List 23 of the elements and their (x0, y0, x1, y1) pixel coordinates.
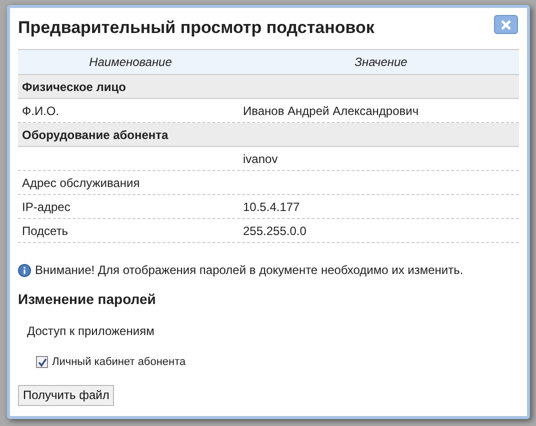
table-cell: 255.255.0.0 (243, 224, 306, 238)
table-cell: Иванов Андрей Александрович (243, 104, 419, 118)
checkbox[interactable] (36, 356, 48, 368)
section-heading: Изменение паролей (18, 290, 157, 309)
group-title: Оборудование абонента (22, 126, 168, 144)
checkbox-label: Личный кабинет абонента (52, 355, 186, 370)
notice-text: Внимание! Для отображения паролей в документе необходимо их изменить. (35, 262, 464, 279)
table-cell: Ф.И.О. (22, 104, 60, 118)
table-cell: Подсеть (22, 224, 68, 238)
column-header: Значение (354, 55, 408, 69)
check-icon (38, 358, 46, 367)
close-icon (501, 20, 511, 30)
table-cell: 10.5.4.177 (243, 200, 300, 214)
column-header: Наименование (89, 55, 172, 69)
close-button[interactable] (494, 15, 518, 34)
subsection-heading: Доступ к приложениям (27, 323, 156, 340)
table-cell: IP-адрес (22, 200, 70, 214)
group-title: Физическое лицо (22, 78, 126, 96)
dialog-title: Предварительный просмотр подстановок (18, 17, 374, 39)
table-cell: ivanov (243, 152, 278, 166)
get-file-button[interactable]: Получить файл (18, 384, 114, 406)
info-icon (18, 264, 31, 276)
table-cell: Адрес обслуживания (22, 176, 140, 190)
